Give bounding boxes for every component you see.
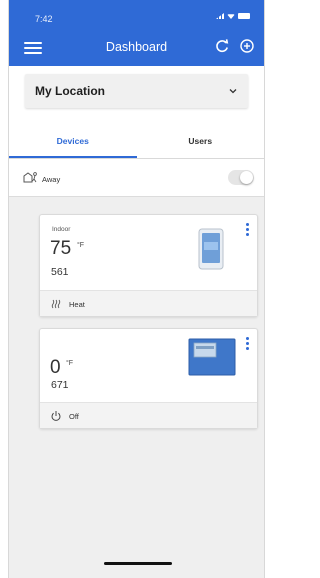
add-icon[interactable] bbox=[240, 39, 254, 53]
thermostat-image bbox=[198, 228, 224, 270]
toggle-knob bbox=[240, 171, 253, 184]
device-value: 561 bbox=[51, 266, 69, 278]
device-temperature: 75 bbox=[50, 238, 72, 259]
device-value: 671 bbox=[51, 379, 69, 391]
more-options-icon[interactable] bbox=[246, 223, 250, 237]
device-card[interactable]: Indoor 75 °F 561 Heat bbox=[39, 214, 258, 317]
temperature-unit: °F bbox=[66, 360, 74, 367]
home-indicator bbox=[104, 562, 172, 565]
heat-icon bbox=[51, 299, 61, 309]
location-selector[interactable]: My Location bbox=[25, 74, 248, 108]
chevron-down-icon bbox=[229, 89, 237, 94]
away-icon bbox=[23, 172, 37, 183]
battery-icon bbox=[238, 13, 250, 19]
mode-label: Off bbox=[69, 412, 79, 421]
away-toggle[interactable] bbox=[228, 170, 254, 185]
status-time: 7:42 bbox=[35, 14, 53, 24]
tab-bar: Devices Users bbox=[9, 128, 264, 158]
card-footer: Heat bbox=[40, 290, 257, 316]
away-row: Away bbox=[9, 164, 264, 192]
device-card[interactable]: 0 °F 671 Off bbox=[39, 328, 258, 429]
status-icons bbox=[216, 13, 250, 19]
tab-devices[interactable]: Devices bbox=[9, 128, 137, 158]
signal-icon bbox=[216, 13, 224, 19]
tab-divider bbox=[9, 158, 264, 159]
location-label: My Location bbox=[35, 84, 106, 98]
temperature-unit: °F bbox=[77, 242, 85, 249]
more-options-icon[interactable] bbox=[246, 337, 250, 351]
device-list: Indoor 75 °F 561 Heat 0 °F 671 Off bbox=[9, 196, 264, 578]
wifi-icon bbox=[227, 14, 235, 19]
device-name: Indoor bbox=[52, 226, 71, 233]
away-label: Away bbox=[42, 175, 61, 184]
controller-image bbox=[188, 338, 236, 376]
mode-label: Heat bbox=[69, 300, 85, 309]
refresh-icon[interactable] bbox=[214, 38, 230, 54]
card-footer: Off bbox=[40, 402, 257, 428]
app-screen: 7:42 Dashboard My Location Devices Users bbox=[8, 0, 265, 578]
app-header: 7:42 Dashboard bbox=[9, 0, 264, 66]
device-temperature: 0 bbox=[50, 357, 61, 378]
tab-users[interactable]: Users bbox=[137, 128, 265, 158]
power-icon bbox=[51, 411, 61, 421]
